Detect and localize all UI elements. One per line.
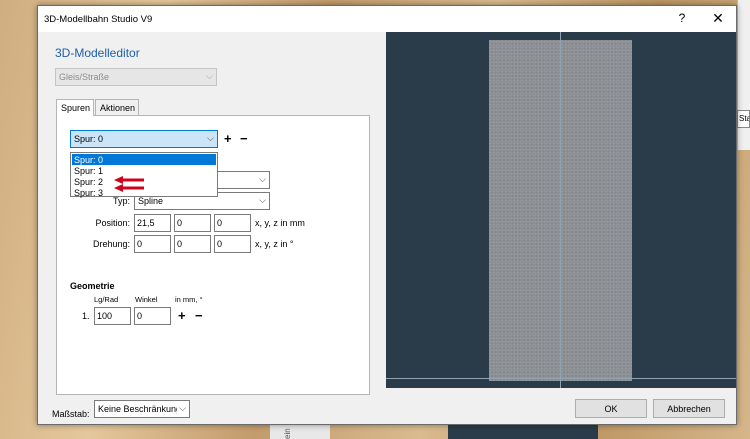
drehung-x-field[interactable]: 0 <box>134 235 171 253</box>
add-spur-button[interactable]: + <box>224 132 232 145</box>
winkel-column-label: Winkel <box>135 295 158 304</box>
3d-preview-viewport[interactable] <box>386 32 736 388</box>
annotation-arrow-spur-2 <box>114 176 144 184</box>
position-z-field[interactable]: 0 <box>214 214 251 232</box>
spur-option-1[interactable]: Spur: 1 <box>72 165 216 176</box>
background-bottom-text: ein <box>283 428 292 439</box>
remove-spur-button[interactable]: − <box>240 132 248 145</box>
ok-button[interactable]: OK <box>575 399 647 418</box>
tab-spuren[interactable]: Spuren <box>56 99 94 116</box>
cancel-button[interactable]: Abbrechen <box>653 399 725 418</box>
viewport-axis-vertical <box>560 32 561 388</box>
position-x-field[interactable]: 21,5 <box>134 214 171 232</box>
viewport-axis-horizontal <box>386 378 736 379</box>
lgrad-column-label: Lg/Rad <box>94 295 119 304</box>
spur-dropdown-list: Spur: 0 Spur: 1 Spur: 2 Spur: 3 <box>70 152 218 198</box>
massstab-combo-value: Keine Beschränkung <box>98 404 182 414</box>
background-bottom-viewport <box>448 424 598 439</box>
drehung-y-field[interactable]: 0 <box>174 235 211 253</box>
winkel-field[interactable]: 0 <box>134 307 171 325</box>
spur-combo-value: Spur: 0 <box>74 134 104 144</box>
chevron-down-icon: ⌵ <box>206 71 213 81</box>
modelleditor-dialog: 3D-Modellbahn Studio V9 ? ✕ 3D-Modelledi… <box>37 5 737 425</box>
spur-option-2[interactable]: Spur: 2 <box>72 176 216 187</box>
chevron-down-icon: ⌵ <box>177 403 186 414</box>
drehung-z-field[interactable]: 0 <box>214 235 251 253</box>
spur-option-3[interactable]: Spur: 3 <box>72 187 216 198</box>
spur-option-0[interactable]: Spur: 0 <box>72 154 216 165</box>
chevron-down-icon: ⌵ <box>259 174 266 184</box>
position-unit-label: x, y, z in mm <box>255 218 305 228</box>
category-combo-value: Gleis/Straße <box>59 72 110 82</box>
background-side-field: Star <box>737 110 750 128</box>
editor-heading: 3D-Modelleditor <box>55 46 140 60</box>
drehung-unit-label: x, y, z in ° <box>255 239 294 249</box>
lgrad-field[interactable]: 100 <box>94 307 131 325</box>
geometrie-row-index: 1. <box>82 311 90 321</box>
title-bar: 3D-Modellbahn Studio V9 ? ✕ <box>38 6 736 32</box>
position-y-field[interactable]: 0 <box>174 214 211 232</box>
remove-geometry-button[interactable]: − <box>195 309 203 322</box>
position-label: Position: <box>95 218 130 228</box>
annotation-arrow-spur-3 <box>114 184 144 192</box>
geometrie-unit-label: in mm, ° <box>175 295 203 304</box>
background-bottom-strip <box>270 424 330 439</box>
add-geometry-button[interactable]: + <box>178 309 186 322</box>
spur-combo[interactable]: Spur: 0 ⌵ <box>70 130 218 148</box>
drehung-label: Drehung: <box>92 239 130 249</box>
help-icon[interactable]: ? <box>674 11 690 27</box>
geometrie-heading: Geometrie <box>70 281 115 291</box>
window-title: 3D-Modellbahn Studio V9 <box>44 14 153 25</box>
chevron-down-icon: ⌵ <box>207 133 214 143</box>
category-combo: Gleis/Straße ⌵ <box>55 68 217 86</box>
tab-aktionen[interactable]: Aktionen <box>95 99 139 115</box>
close-icon[interactable]: ✕ <box>710 10 726 26</box>
chevron-down-icon: ⌵ <box>259 195 266 205</box>
massstab-label: Maßstab: <box>52 409 90 419</box>
massstab-combo[interactable]: Keine Beschränkung ⌵ <box>94 400 190 418</box>
